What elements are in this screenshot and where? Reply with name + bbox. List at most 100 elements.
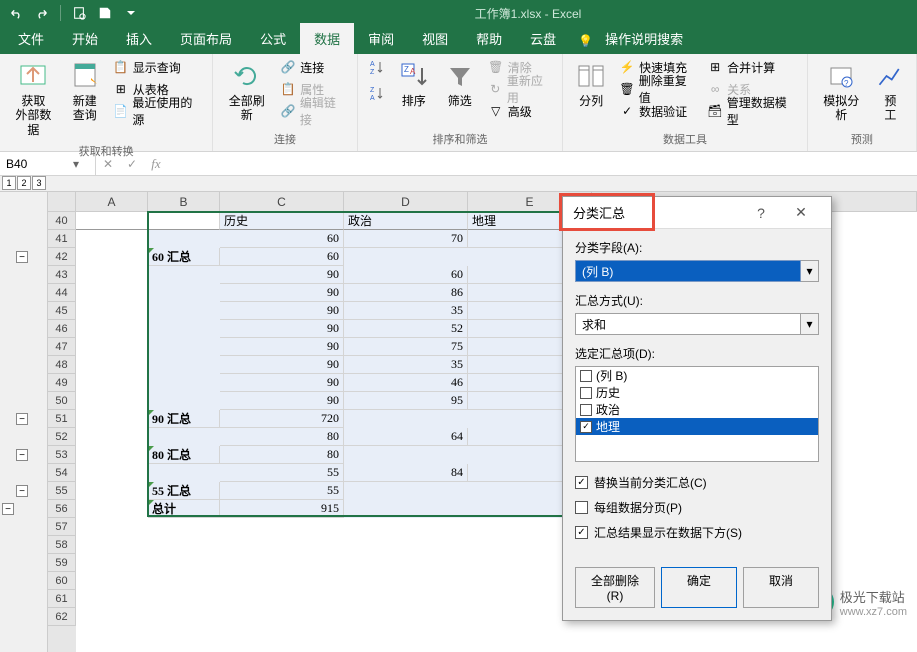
chevron-down-icon[interactable]: ▾ <box>801 260 819 282</box>
data-validation-button[interactable]: ✓数据验证 <box>615 100 701 122</box>
help-icon[interactable]: ? <box>741 197 781 229</box>
refresh-all-button[interactable]: 全部刷新 <box>219 56 274 127</box>
recent-sources-button[interactable]: 📄最近使用的源 <box>109 100 206 122</box>
row-header[interactable]: 50 <box>48 392 76 410</box>
field-combo[interactable]: (列 B) ▾ <box>575 260 819 282</box>
row-header[interactable]: 54 <box>48 464 76 482</box>
cell[interactable]: 总计 <box>148 500 220 518</box>
row-header[interactable]: 45 <box>48 302 76 320</box>
cell[interactable]: 90 <box>220 320 344 338</box>
close-icon[interactable]: ✕ <box>781 197 821 229</box>
tab-view[interactable]: 视图 <box>408 23 462 54</box>
accept-formula-icon[interactable]: ✓ <box>120 152 144 175</box>
cancel-formula-icon[interactable]: ✕ <box>96 152 120 175</box>
row-header[interactable]: 41 <box>48 230 76 248</box>
undo-icon[interactable] <box>4 2 28 24</box>
method-combo[interactable]: 求和 ▾ <box>575 313 819 335</box>
cell[interactable]: 75 <box>344 338 468 356</box>
tab-insert[interactable]: 插入 <box>112 23 166 54</box>
col-header-d[interactable]: D <box>344 192 468 212</box>
tab-pagelayout[interactable]: 页面布局 <box>166 23 246 54</box>
advanced-filter-button[interactable]: ▽高级 <box>484 100 556 122</box>
cell[interactable]: 55 <box>220 482 344 500</box>
cell[interactable]: 84 <box>344 464 468 482</box>
sort-az-button[interactable]: AZ <box>364 56 390 78</box>
cell[interactable]: 80 <box>220 446 344 464</box>
cell[interactable]: 60 <box>220 248 344 266</box>
col-header-a[interactable]: A <box>76 192 148 212</box>
data-model-button[interactable]: 🗃管理数据模型 <box>703 100 801 122</box>
listbox-item[interactable]: 历史 <box>576 384 818 401</box>
outline-toggle[interactable]: − <box>16 485 28 497</box>
cell[interactable]: 35 <box>344 356 468 374</box>
cell[interactable]: 90 <box>220 302 344 320</box>
items-listbox[interactable]: (列 B)历史政治✓地理 <box>575 366 819 462</box>
row-header[interactable]: 51 <box>48 410 76 428</box>
row-header[interactable]: 47 <box>48 338 76 356</box>
cell[interactable] <box>76 212 148 230</box>
row-header[interactable]: 59 <box>48 554 76 572</box>
cell[interactable]: 90 <box>220 338 344 356</box>
col-header-c[interactable]: C <box>220 192 344 212</box>
cell[interactable]: 80 汇总 <box>148 446 220 464</box>
listbox-item[interactable]: (列 B) <box>576 367 818 384</box>
ok-button[interactable]: 确定 <box>661 567 737 608</box>
cell[interactable]: 55 <box>220 464 344 482</box>
cell[interactable]: 90 <box>220 392 344 410</box>
row-header[interactable]: 53 <box>48 446 76 464</box>
row-header[interactable]: 42 <box>48 248 76 266</box>
checkbox-icon[interactable]: ✓ <box>580 421 592 433</box>
fx-icon[interactable]: fx <box>144 152 168 175</box>
tab-home[interactable]: 开始 <box>58 23 112 54</box>
cell[interactable]: 90 <box>220 266 344 284</box>
sort-za-button[interactable]: ZA <box>364 82 390 104</box>
cell[interactable]: 90 汇总 <box>148 410 220 428</box>
tab-cloud[interactable]: 云盘 <box>516 23 570 54</box>
below-checkbox-row[interactable]: ✓ 汇总结果显示在数据下方(S) <box>575 524 819 541</box>
row-header[interactable]: 61 <box>48 590 76 608</box>
cell[interactable]: 86 <box>344 284 468 302</box>
new-query-button[interactable]: 新建 查询 <box>63 56 107 127</box>
forecast-sheet-button[interactable]: 预 工 <box>871 56 910 127</box>
row-header[interactable]: 56 <box>48 500 76 518</box>
edit-links-button[interactable]: 🔗编辑链接 <box>276 100 351 122</box>
name-box-dropdown-icon[interactable]: ▾ <box>73 157 89 171</box>
tell-me-search[interactable]: 操作说明搜索 <box>601 23 687 54</box>
reapply-button[interactable]: ↻重新应用 <box>484 78 556 100</box>
row-header[interactable]: 55 <box>48 482 76 500</box>
pagebreak-checkbox-row[interactable]: 每组数据分页(P) <box>575 499 819 516</box>
col-header-b[interactable]: B <box>148 192 220 212</box>
cell[interactable]: 95 <box>344 392 468 410</box>
connections-button[interactable]: 🔗连接 <box>276 56 351 78</box>
tab-file[interactable]: 文件 <box>4 23 58 54</box>
filter-button[interactable]: 筛选 <box>438 56 482 112</box>
outline-level-2[interactable]: 2 <box>17 176 31 190</box>
cell[interactable]: 64 <box>344 428 468 446</box>
show-queries-button[interactable]: 📋显示查询 <box>109 56 206 78</box>
outline-toggle[interactable]: − <box>16 449 28 461</box>
cell[interactable]: 90 <box>220 284 344 302</box>
row-header[interactable]: 44 <box>48 284 76 302</box>
sort-button[interactable]: ZA 排序 <box>392 56 436 112</box>
consolidate-button[interactable]: ⊞合并计算 <box>703 56 801 78</box>
cell[interactable]: 60 <box>220 230 344 248</box>
get-external-data-button[interactable]: 获取 外部数据 <box>6 56 61 141</box>
row-header[interactable]: 46 <box>48 320 76 338</box>
tab-formulas[interactable]: 公式 <box>246 23 300 54</box>
outline-toggle[interactable]: − <box>2 503 14 515</box>
cell[interactable]: 915 <box>220 500 344 518</box>
what-if-button[interactable]: ? 模拟分析 <box>814 56 869 127</box>
cell[interactable] <box>148 212 220 230</box>
tab-help[interactable]: 帮助 <box>462 23 516 54</box>
replace-checkbox-row[interactable]: ✓ 替换当前分类汇总(C) <box>575 474 819 491</box>
chevron-down-icon[interactable]: ▾ <box>801 313 819 335</box>
redo-icon[interactable] <box>30 2 54 24</box>
checkbox-icon[interactable] <box>580 370 592 382</box>
cell[interactable]: 90 <box>220 374 344 392</box>
cell[interactable]: 52 <box>344 320 468 338</box>
tab-review[interactable]: 审阅 <box>354 23 408 54</box>
cell[interactable]: 80 <box>220 428 344 446</box>
row-header[interactable]: 62 <box>48 608 76 626</box>
remove-duplicates-button[interactable]: 🗑删除重复值 <box>615 78 701 100</box>
row-header[interactable]: 49 <box>48 374 76 392</box>
